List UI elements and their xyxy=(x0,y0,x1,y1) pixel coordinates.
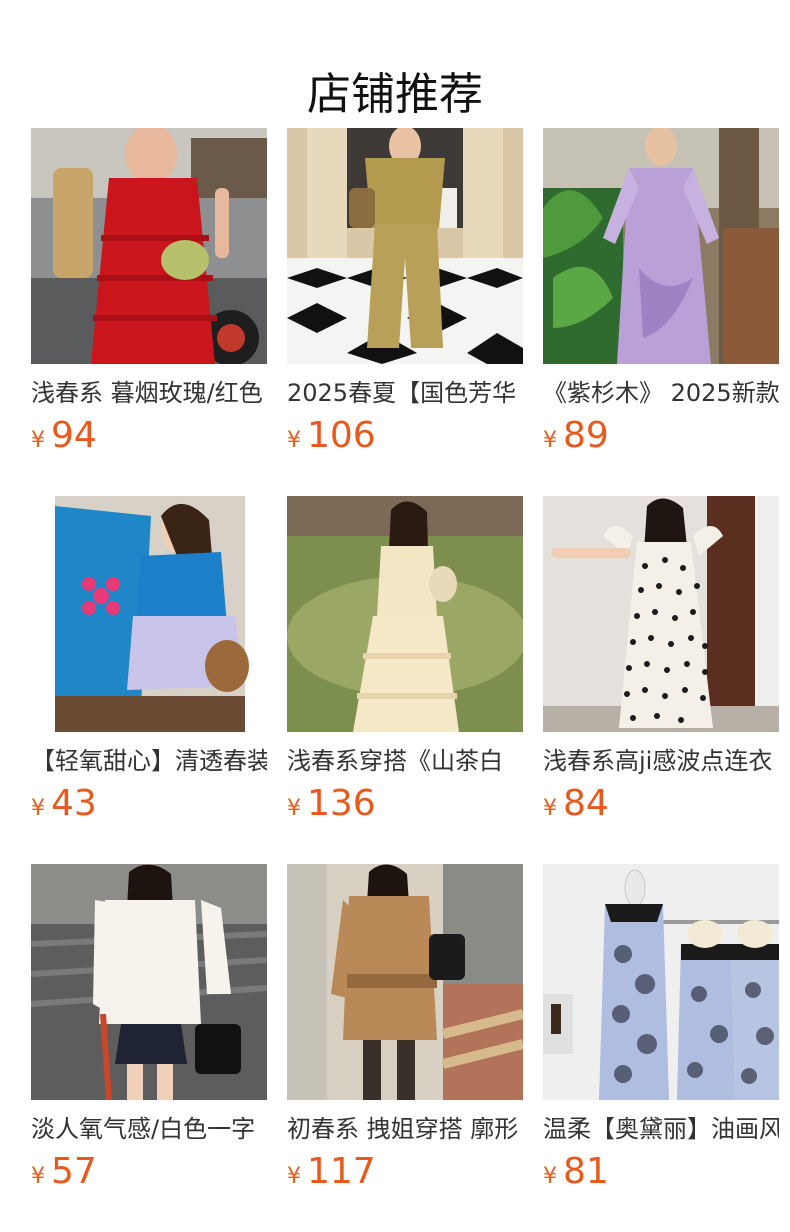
product-price: ¥57 xyxy=(31,1150,97,1194)
currency-symbol: ¥ xyxy=(287,796,301,821)
product-card[interactable]: 【轻氧甜心】清透春装 ¥43 xyxy=(31,496,267,824)
price-amount: 43 xyxy=(51,783,97,824)
currency-symbol: ¥ xyxy=(543,796,557,821)
currency-symbol: ¥ xyxy=(31,1164,45,1189)
product-card[interactable]: 浅春系 暮烟玫瑰/红色 ¥94 xyxy=(31,128,267,456)
product-card[interactable]: 浅春系穿搭《山茶白 ¥136 xyxy=(287,496,523,824)
product-image[interactable] xyxy=(31,864,267,1100)
currency-symbol: ¥ xyxy=(31,428,45,453)
product-title: 【轻氧甜心】清透春装 xyxy=(31,747,267,775)
price-amount: 81 xyxy=(563,1151,609,1192)
product-card[interactable]: 初春系 拽姐穿搭 廓形 ¥117 xyxy=(287,864,523,1192)
product-price: ¥81 xyxy=(543,1150,609,1194)
product-image[interactable] xyxy=(287,496,523,732)
currency-symbol: ¥ xyxy=(543,428,557,453)
product-image[interactable] xyxy=(543,128,779,364)
page-title: 店铺推荐 xyxy=(307,69,483,121)
product-image[interactable] xyxy=(543,864,779,1100)
price-amount: 117 xyxy=(307,1151,376,1192)
product-image[interactable] xyxy=(543,496,779,732)
product-grid: 浅春系 暮烟玫瑰/红色 ¥94 2025春夏【国色芳华 ¥ 106 《紫杉木》 … xyxy=(31,128,790,1192)
product-title: 《紫杉木》 2025新款 xyxy=(543,379,779,407)
product-card[interactable]: 淡人氧气感/白色一字 ¥57 xyxy=(31,864,267,1192)
product-image[interactable] xyxy=(287,128,523,364)
product-price: ¥89 xyxy=(543,414,609,458)
product-card[interactable]: 浅春系高ji感波点连衣 ¥84 xyxy=(543,496,779,824)
price-amount: 106 xyxy=(307,415,376,456)
product-image[interactable] xyxy=(287,864,523,1100)
price-amount: 136 xyxy=(307,783,376,824)
product-title: 初春系 拽姐穿搭 廓形 xyxy=(287,1115,519,1143)
currency-symbol: ¥ xyxy=(287,428,301,453)
price-amount: 89 xyxy=(563,415,609,456)
product-title: 淡人氧气感/白色一字 xyxy=(31,1115,256,1143)
price-amount: 84 xyxy=(563,783,609,824)
product-card[interactable]: 温柔【奥黛丽】油画风 ¥81 xyxy=(543,864,779,1192)
product-price: ¥94 xyxy=(31,414,97,458)
product-image[interactable] xyxy=(31,496,267,732)
product-price: ¥84 xyxy=(543,782,609,826)
product-image[interactable] xyxy=(31,128,267,364)
currency-symbol: ¥ xyxy=(543,1164,557,1189)
product-price: ¥106 xyxy=(287,414,376,458)
product-card[interactable]: 《紫杉木》 2025新款 ¥89 xyxy=(543,128,779,456)
product-title: 温柔【奥黛丽】油画风 xyxy=(543,1115,779,1143)
product-price: ¥117 xyxy=(287,1150,376,1194)
currency-symbol: ¥ xyxy=(287,1164,301,1189)
product-title: 浅春系高ji感波点连衣 xyxy=(543,747,773,775)
currency-symbol: ¥ xyxy=(31,796,45,821)
product-price: ¥43 xyxy=(31,782,97,826)
price-amount: 94 xyxy=(51,415,97,456)
price-amount: 57 xyxy=(51,1151,97,1192)
product-title: 2025春夏【国色芳华 xyxy=(287,379,517,407)
product-title: 浅春系穿搭《山茶白 xyxy=(287,747,503,775)
product-card[interactable]: 2025春夏【国色芳华 ¥106 xyxy=(287,128,523,456)
product-title: 浅春系 暮烟玫瑰/红色 xyxy=(31,379,263,407)
product-price: ¥136 xyxy=(287,782,376,826)
